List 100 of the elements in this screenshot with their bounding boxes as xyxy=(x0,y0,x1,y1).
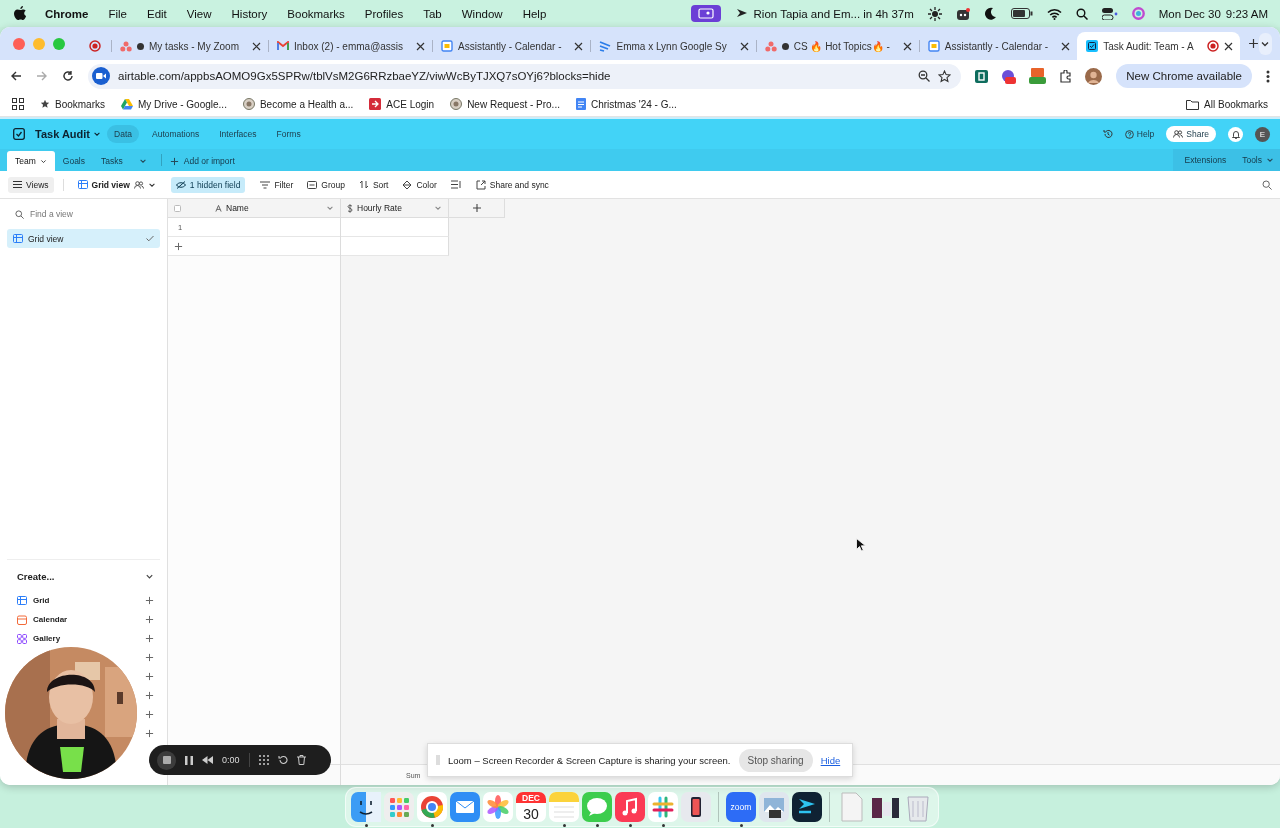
bookmark-link[interactable]: Bookmarks xyxy=(55,98,105,110)
close-icon xyxy=(574,41,584,51)
envelope-icon xyxy=(277,41,289,51)
calendar-icon xyxy=(927,40,940,52)
nav-tab[interactable]: Automations xyxy=(145,125,207,143)
browser-tab[interactable]: Assistantly - Calendar - xyxy=(432,32,591,60)
menu-item[interactable]: Edit xyxy=(147,7,167,20)
add-field-button[interactable] xyxy=(449,199,505,218)
toolbar-button[interactable]: Filter xyxy=(255,176,299,193)
nav-tab[interactable]: Data xyxy=(107,125,139,143)
filter-icon xyxy=(260,180,271,189)
bookmark-link[interactable]: All Bookmarks xyxy=(1204,98,1268,110)
update-button[interactable]: New Chrome available xyxy=(1116,64,1252,88)
close-window-button[interactable] xyxy=(13,37,25,50)
toolbar-button[interactable]: Group xyxy=(302,176,350,193)
menu-item[interactable]: History xyxy=(231,7,268,20)
add-view-button[interactable] xyxy=(145,596,154,605)
table-tab[interactable]: Goals xyxy=(54,151,93,171)
create-view-option[interactable]: Calendar xyxy=(33,615,68,624)
record-icon xyxy=(1206,40,1219,52)
add-table-button[interactable]: Add or import xyxy=(169,151,235,171)
create-view-option[interactable]: Grid xyxy=(33,596,50,605)
screen-share-icon[interactable] xyxy=(690,5,721,22)
view-switcher[interactable]: Grid view xyxy=(72,176,161,193)
views-button[interactable]: Views xyxy=(8,176,54,193)
new-tab-button[interactable] xyxy=(1247,38,1259,49)
share-button[interactable]: Share xyxy=(1166,126,1216,142)
table-tab[interactable]: Team xyxy=(7,151,55,171)
tools-button[interactable]: Tools xyxy=(1242,155,1274,165)
menu-item[interactable]: View xyxy=(186,7,212,20)
toolbar-button[interactable]: Share and sync xyxy=(470,176,554,193)
stop-sharing-button[interactable]: Stop sharing xyxy=(738,748,813,772)
bookmark-link[interactable]: Christmas '24 - G... xyxy=(590,98,677,110)
browser-tab[interactable]: Inbox (2) - emma@assis xyxy=(268,32,433,60)
checkbox-icon xyxy=(174,204,181,212)
bookmark-link[interactable]: New Request - Pro... xyxy=(467,98,560,110)
extensions-button[interactable]: Extensions xyxy=(1184,155,1227,165)
notifications-button[interactable] xyxy=(1228,126,1243,142)
plus-icon xyxy=(1247,38,1259,49)
app-menu[interactable]: Chrome xyxy=(45,7,89,20)
table-tab[interactable]: Tasks xyxy=(93,151,131,171)
menu-icon xyxy=(13,181,22,188)
column-header[interactable]: Hourly Rate xyxy=(341,199,449,218)
add-view-button[interactable] xyxy=(145,634,154,643)
toolbar-button[interactable]: Color xyxy=(397,176,442,193)
menubar-date[interactable]: Mon Dec 30 xyxy=(1158,7,1221,20)
plus-icon xyxy=(145,729,154,738)
browser-tab[interactable]: Emma x Lynn Google Sy xyxy=(590,32,756,60)
browser-tab[interactable]: CS 🔥 Hot Topics🔥 - xyxy=(755,32,919,60)
bookmark-link[interactable]: Become a Health a... xyxy=(259,98,354,110)
hide-link[interactable]: Hide xyxy=(820,754,841,766)
checkbox-icon xyxy=(1086,40,1099,52)
stop-icon xyxy=(162,756,171,764)
add-view-button[interactable] xyxy=(145,672,154,681)
menu-item[interactable]: Window xyxy=(461,7,503,20)
nav-tab[interactable]: Interfaces xyxy=(212,125,264,143)
plus-icon xyxy=(145,596,154,605)
meeting-reminder[interactable]: Rion Tapia and Em... in 4h 37m xyxy=(753,7,914,20)
stop-recording-button[interactable] xyxy=(157,750,176,770)
restart-icon xyxy=(277,755,288,765)
tab-search-button[interactable] xyxy=(1258,32,1272,55)
add-view-button[interactable] xyxy=(145,729,154,738)
menu-item[interactable]: Profiles xyxy=(364,7,404,20)
add-view-button[interactable] xyxy=(145,691,154,700)
browser-tab[interactable]: Task Audit: Team - A xyxy=(1077,32,1240,60)
address-bar[interactable]: airtable.com/appbsAOMO9Gx5SPRw/tblVsM2G6RRzbaeYZ/viwWcByTJXQ7sOYj6?blocks=hide xyxy=(88,63,962,89)
nav-tab[interactable]: Forms xyxy=(269,125,308,143)
letter-a-icon xyxy=(215,204,222,212)
chevron-down-icon xyxy=(93,130,101,138)
menu-item[interactable]: Bookmarks xyxy=(287,7,345,20)
user-avatar[interactable]: E xyxy=(1255,126,1270,142)
toolbar-button[interactable]: Sort xyxy=(353,176,394,193)
browser-tab[interactable]: Assistantly - Calendar - xyxy=(918,32,1078,60)
base-name[interactable]: Task Audit xyxy=(35,128,90,140)
table-cell[interactable] xyxy=(341,218,449,237)
star-icon xyxy=(938,69,952,83)
menu-item[interactable]: Help xyxy=(522,7,547,20)
help-button[interactable]: Help xyxy=(1124,129,1155,139)
view-search-field[interactable]: Find a view xyxy=(30,209,140,219)
hidden-fields-button[interactable]: 1 hidden field xyxy=(170,176,246,193)
add-view-button[interactable] xyxy=(145,653,154,662)
checkmark-icon xyxy=(146,235,154,242)
add-view-button[interactable] xyxy=(145,710,154,719)
view-list-item[interactable]: Grid view xyxy=(7,229,160,248)
people-icon xyxy=(133,180,144,189)
orb-icon xyxy=(1131,7,1145,20)
browser-tab[interactable]: My tasks - My Zoom xyxy=(111,32,268,60)
create-view-option[interactable]: Gallery xyxy=(33,634,61,643)
menubar-clock[interactable]: 9:23 AM xyxy=(1225,7,1268,20)
battery-icon xyxy=(1010,8,1033,19)
add-view-button[interactable] xyxy=(145,615,154,624)
three-dots-icon xyxy=(764,40,777,52)
table-cell[interactable] xyxy=(341,237,449,256)
bookmark-link[interactable]: My Drive - Google... xyxy=(138,98,227,110)
kebab-menu-icon xyxy=(1266,69,1270,83)
bookmark-link[interactable]: ACE Login xyxy=(386,98,435,110)
column-header[interactable]: Name xyxy=(168,199,340,218)
menu-item[interactable]: Tab xyxy=(423,7,442,20)
calendar-icon xyxy=(17,614,27,625)
menu-item[interactable]: File xyxy=(108,7,127,20)
